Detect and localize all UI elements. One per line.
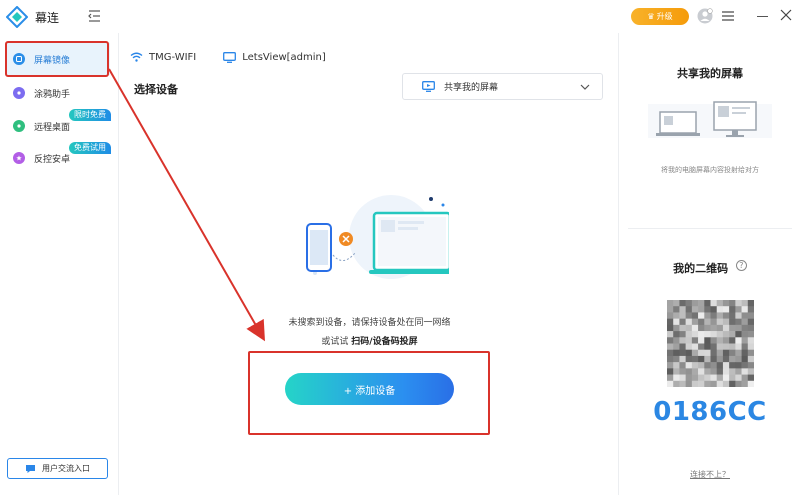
- qr-title-label: 我的二维码: [673, 262, 729, 275]
- share-screen-desc: 将我的电脑屏幕内容投射给对方: [661, 166, 759, 174]
- app-window: 幕连 ♛ 升级 屏幕镜像 涂鸦助手 远程桌面 限时免费 反控安卓 免费试用 用户…: [0, 0, 800, 495]
- share-screen-title: 共享我的屏幕: [677, 67, 743, 80]
- highlight-box-add-device: [248, 351, 490, 435]
- screens-illustration: [648, 98, 772, 142]
- qr-code-image: [667, 300, 754, 387]
- right-panel: 共享我的屏幕 将我的电脑屏幕内容投射给对方 我的二维码 ? 0186CC 连接不…: [620, 33, 800, 495]
- qr-code-title: 我的二维码 ?: [620, 260, 800, 276]
- help-icon[interactable]: ?: [735, 260, 747, 271]
- divider: [628, 228, 792, 229]
- device-code: 0186CC: [653, 397, 767, 427]
- cant-connect-link[interactable]: 连接不上？: [620, 469, 800, 480]
